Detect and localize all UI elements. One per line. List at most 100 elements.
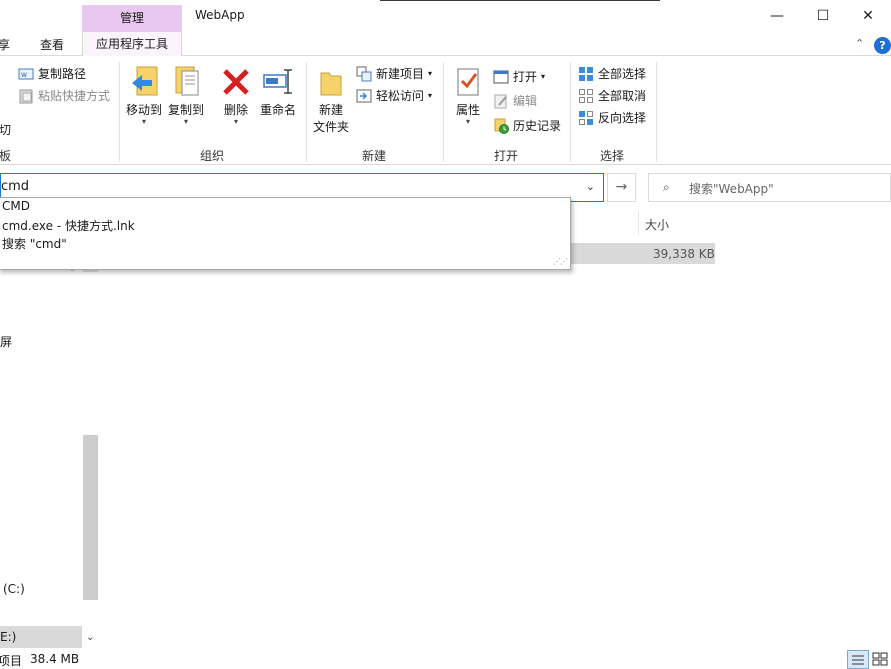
organize-group-label: 组织 [200,149,225,163]
ribbon-divider [306,62,307,162]
open-icon [493,69,509,85]
ribbon-divider [570,62,571,162]
column-divider[interactable] [638,211,639,235]
history-label: 历史记录 [513,119,562,133]
nav-scrollbar[interactable] [83,435,98,600]
status-size: 38.4 MB [30,652,80,666]
clipboard-group-label: 板 [0,149,12,163]
large-icons-view-icon [872,652,888,666]
address-dropdown-icon[interactable]: ⌄ [586,180,595,193]
copy-path-icon: W [18,66,34,82]
paste-shortcut-label: 粘贴快捷方式 [38,89,111,103]
properties-caret-icon: ▾ [465,117,470,126]
rename-icon [262,65,294,99]
nav-item-label[interactable]: 屏 [0,333,12,350]
search-box[interactable]: ⌕ 搜索"WebApp" [648,173,891,202]
select-group-label: 选择 [600,149,625,163]
copy-path-button[interactable]: W 复制路径 [18,65,86,82]
move-to-caret-icon: ▾ [141,117,146,126]
search-icon: ⌕ [663,180,670,194]
help-icon[interactable]: ? [874,37,891,54]
window-title: WebApp [195,8,245,22]
move-to-icon [128,65,160,99]
column-header-size[interactable]: 大小 [645,216,669,233]
copy-to-label: 复制到 [167,103,204,117]
nav-item-drive-e[interactable]: E:) [0,630,16,644]
address-suggestions: CMD cmd.exe - 快捷方式.lnk 搜索 "cmd" ⋰⋰ [0,197,571,270]
copy-path-label: 复制路径 [38,67,87,81]
invert-selection-label: 反向选择 [598,111,647,125]
suggestion-item[interactable]: CMD [2,199,30,213]
ribbon-divider [443,62,444,162]
move-to-label: 移动到 [125,103,162,117]
delete-icon [220,65,252,99]
paste-shortcut-icon [18,88,34,104]
resize-grip-icon[interactable]: ⋰⋰ [553,257,568,266]
maximize-button[interactable]: ☐ [800,0,846,32]
history-icon [493,118,509,134]
edit-button[interactable]: 编辑 [493,92,537,109]
properties-icon [452,65,484,99]
copy-to-button[interactable]: 复制到 ▾ [166,65,206,126]
select-none-button[interactable]: 全部取消 [578,87,646,104]
delete-label: 删除 [223,103,248,117]
easy-access-caret-icon: ▾ [428,91,433,100]
easy-access-icon [356,88,372,104]
easy-access-label: 轻松访问 [376,89,425,103]
title-bar-edge [380,0,660,1]
properties-button[interactable]: 属性 ▾ [452,65,484,126]
ribbon: W 复制路径 粘贴快捷方式 切 板 移动到 ▾ 复制到 ▾ 删除 ▾ 重命名 组… [0,57,891,165]
new-group-label: 新建 [362,149,387,163]
invert-selection-icon [578,110,594,126]
suggestion-item[interactable]: 搜索 "cmd" [2,235,67,252]
new-folder-label-2: 文件夹 [312,120,349,134]
details-view-icon [852,655,864,665]
rename-button[interactable]: 重命名 [258,65,298,118]
select-none-label: 全部取消 [598,89,647,103]
edit-icon [493,93,509,109]
ribbon-divider [119,62,120,162]
select-all-button[interactable]: 全部选择 [578,65,646,82]
tab-share[interactable]: 享 [0,36,10,53]
tab-view[interactable]: 查看 [40,36,64,53]
details-view-button[interactable] [847,650,869,669]
properties-label: 属性 [455,103,480,117]
tab-app-tools[interactable]: 应用程序工具 [82,32,182,56]
history-button[interactable]: 历史记录 [493,117,561,134]
move-to-button[interactable]: 移动到 ▾ [124,65,164,126]
delete-button[interactable]: 删除 ▾ [220,65,252,126]
context-tab-header: 管理 [82,5,182,32]
go-button[interactable]: → [607,173,636,202]
easy-access-button[interactable]: 轻松访问 ▾ [356,87,432,104]
new-item-button[interactable]: 新建项目 ▾ [356,65,432,82]
edit-label: 编辑 [513,94,538,108]
status-item-count: 项目 [0,654,23,668]
new-folder-label-1: 新建 [318,103,343,117]
invert-selection-button[interactable]: 反向选择 [578,109,646,126]
close-button[interactable]: ✕ [845,0,891,32]
minimize-button[interactable]: — [754,0,800,32]
file-size-cell: 39,338 KB [653,247,715,261]
address-input[interactable]: cmd [1,179,29,194]
nav-item-drive-c[interactable]: (C:) [3,582,25,596]
collapse-ribbon-icon[interactable]: ⌃ [855,37,864,50]
new-folder-icon [315,65,347,99]
cut-button[interactable]: 切 [0,121,11,138]
open-caret-icon: ▾ [541,72,546,81]
suggestion-item[interactable]: cmd.exe - 快捷方式.lnk [2,217,135,234]
status-bar: 项目 38.4 MB [0,650,891,669]
open-button[interactable]: 打开 ▾ [493,68,545,85]
chevron-down-icon[interactable]: ⌄ [86,632,94,643]
large-icons-view-button[interactable] [870,650,891,669]
new-folder-button[interactable]: 新建 文件夹 [312,65,350,135]
svg-text:W: W [21,72,27,79]
cut-label: 切 [0,123,12,137]
copy-to-caret-icon: ▾ [183,117,188,126]
new-item-caret-icon: ▾ [428,69,433,78]
select-none-icon [578,88,594,104]
title-bar: 管理 WebApp — ☐ ✕ [0,0,891,32]
new-item-label: 新建项目 [376,67,425,81]
copy-to-icon [170,65,202,99]
search-input[interactable]: 搜索"WebApp" [689,180,774,197]
paste-shortcut-button[interactable]: 粘贴快捷方式 [18,87,110,104]
